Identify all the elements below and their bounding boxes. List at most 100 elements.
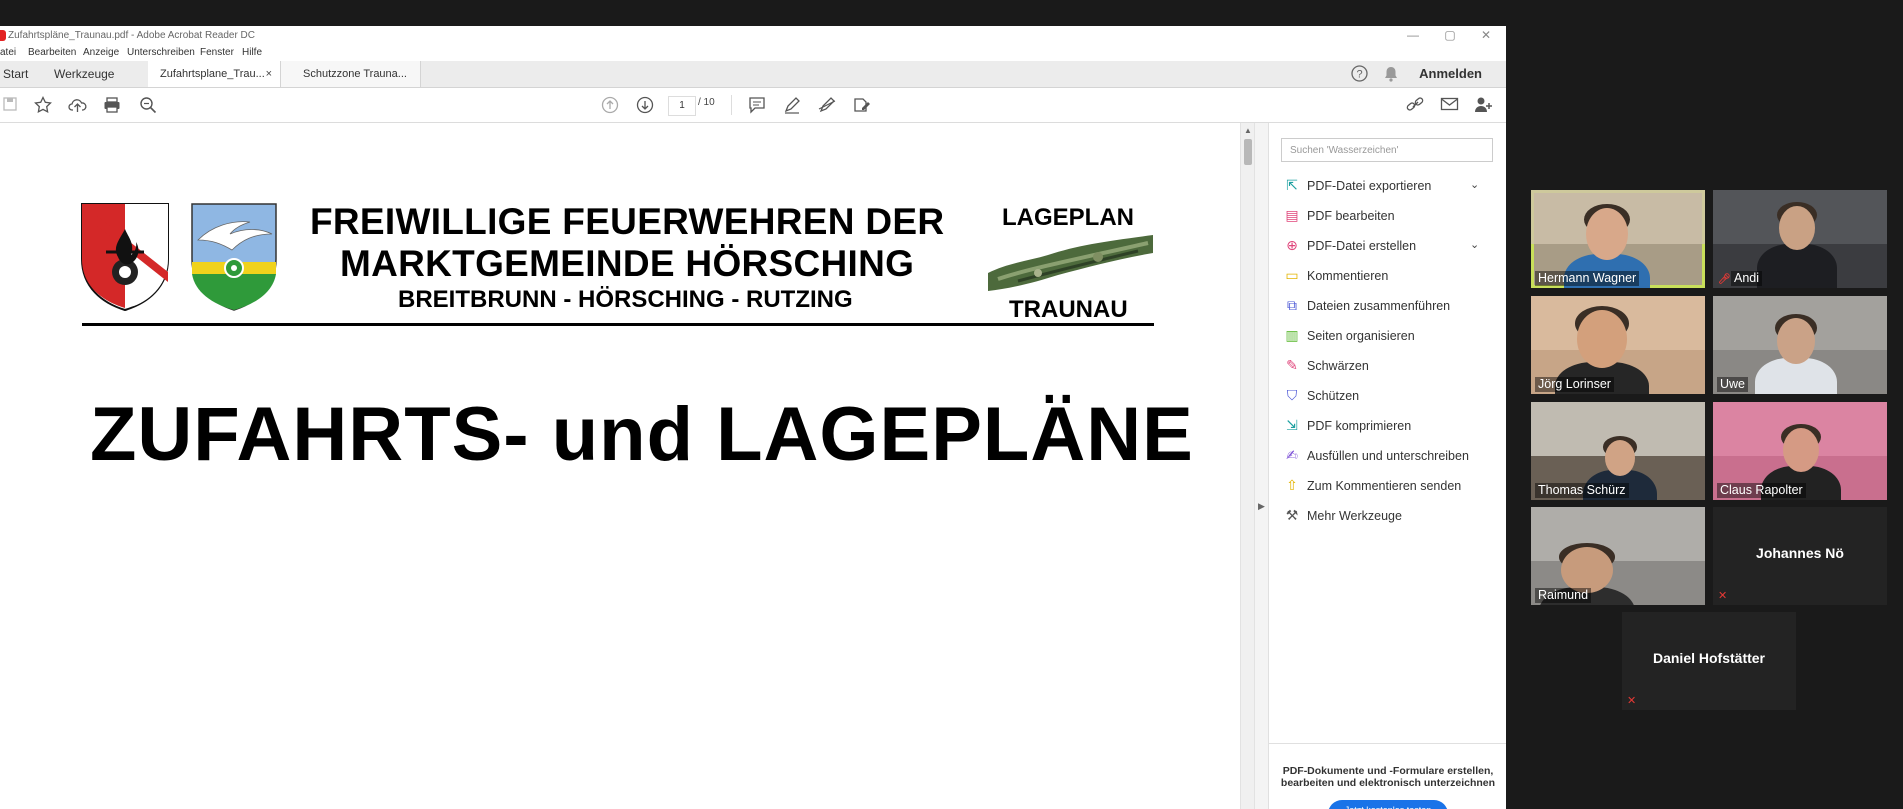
comment-icon[interactable] [748,96,766,118]
tab-bar: Start Werkzeuge Zufahrtsplane_Trau... × … [0,61,1506,88]
previous-page-icon[interactable] [601,96,619,118]
next-page-icon[interactable] [636,96,654,118]
menu-anzeige[interactable]: Anzeige [83,47,119,58]
lageplan-label: LAGEPLAN [1002,204,1134,231]
participant-tile[interactable]: Hermann Wagner [1531,190,1705,288]
highlight-pen-icon[interactable] [783,96,801,118]
print-icon[interactable] [103,96,121,118]
promo-panel: PDF-Dokumente und -Formulare erstellen, … [1269,743,1506,809]
pane-collapse-handle[interactable]: ▶ [1254,123,1269,809]
scrollbar-thumb[interactable] [1244,139,1252,165]
participant-tile[interactable]: Uwe [1713,296,1887,394]
menu-bar: atei Bearbeiten Anzeige Unterschreiben F… [0,45,1506,61]
tool-item-redact[interactable]: ✎ Schwärzen [1283,355,1369,375]
chevron-down-icon[interactable]: ⌄ [1470,235,1479,255]
aerial-map-image [988,235,1153,291]
document-heading-line2: MARKTGEMEINDE HÖRSCHING [340,243,915,284]
window-title: Zufahrtspläne_Traunau.pdf - Adobe Acroba… [8,30,256,41]
participant-face [1605,440,1635,476]
acrobat-window: Zufahrtspläne_Traunau.pdf - Adobe Acroba… [0,26,1506,809]
participant-tile[interactable]: Claus Rapolter [1713,402,1887,500]
add-user-icon[interactable] [1474,96,1494,118]
cloud-upload-icon[interactable] [68,96,87,118]
participant-name: Raimund [1535,588,1592,603]
participant-face [1561,547,1613,593]
sign-in-button[interactable]: Anmelden [1419,61,1482,87]
tool-item-label: PDF bearbeiten [1307,209,1395,223]
notifications-bell-icon[interactable] [1383,65,1399,87]
draw-sign-icon[interactable] [818,96,837,118]
tool-item-send-comment[interactable]: ⇧ Zum Kommentieren senden [1283,475,1461,495]
muted-mic-icon: ✕ [1718,590,1728,602]
tool-item-label: Schützen [1307,389,1360,403]
document-heading-line3: BREITBRUNN - HÖRSCHING - RUTZING [398,286,853,313]
tool-item-combine-files[interactable]: ⧉ Dateien zusammenführen [1283,295,1450,315]
participant-face [1777,318,1815,364]
bookmark-star-icon[interactable] [34,95,52,118]
more-tools-icon: ⚒ [1285,507,1299,523]
tab-start[interactable]: Start [3,61,28,87]
tools-search-input[interactable]: Suchen 'Wasserzeichen' [1281,138,1493,162]
tool-item-label: Ausfüllen und unterschreiben [1307,449,1469,463]
participant-face [1586,208,1628,260]
participant-tile[interactable]: Jörg Lorinser [1531,296,1705,394]
chevron-right-icon: ▶ [1258,501,1265,511]
save-icon[interactable] [2,96,18,116]
menu-datei[interactable]: atei [0,47,16,58]
close-window-button[interactable]: ✕ [1476,28,1496,42]
menu-unterschreiben[interactable]: Unterschreiben [127,47,195,58]
svg-text:?: ? [1356,69,1362,81]
participant-face [1577,310,1627,368]
tool-item-protect[interactable]: ⛉ Schützen [1283,385,1359,405]
menu-fenster[interactable]: Fenster [200,47,234,58]
tool-item-fill-sign[interactable]: ✍ Ausfüllen und unterschreiben [1283,445,1469,465]
menu-hilfe[interactable]: Hilfe [242,47,262,58]
tool-item-more-tools[interactable]: ⚒ Mehr Werkzeuge [1283,505,1402,525]
participant-tile[interactable]: Johannes Nö ✕ [1713,507,1887,605]
compress-pdf-icon: ⇲ [1286,417,1298,433]
toolbar-divider [731,95,732,115]
participant-tile[interactable]: Thomas Schürz [1531,402,1705,500]
traunau-label: TRAUNAU [1009,296,1128,323]
fill-sign-toolbar-icon[interactable] [852,96,872,118]
participant-face [1783,428,1819,472]
tool-item-compress-pdf[interactable]: ⇲ PDF komprimieren [1283,415,1411,435]
tool-item-organize-pages[interactable]: ▥ Seiten organisieren [1283,325,1415,345]
minimize-button[interactable]: — [1403,28,1423,42]
close-tab-icon[interactable]: × [266,61,272,87]
fire-brigade-crest-icon [81,203,169,312]
participant-name: Johannes Nö [1756,545,1844,561]
chevron-down-icon[interactable]: ⌄ [1470,175,1479,195]
tool-item-comment[interactable]: ▭ Kommentieren [1283,265,1388,285]
tab-document-2[interactable]: Schutzzone Trauna... [281,61,421,87]
participant-face [1779,206,1815,250]
page-number-input[interactable]: 1 [668,96,696,116]
tab-werkzeuge[interactable]: Werkzeuge [54,61,114,87]
help-icon[interactable]: ? [1351,65,1368,87]
tab-document-1[interactable]: Zufahrtsplane_Trau... × [148,61,281,87]
tool-item-export-pdf[interactable]: ⇱ PDF-Datei exportieren ⌄ [1283,175,1479,195]
document-scrollbar[interactable]: ▲ [1240,123,1255,809]
participant-name: Jörg Lorinser [1535,377,1614,392]
free-trial-button[interactable]: Jetzt kostenlos testen [1328,800,1448,809]
tool-item-label: Zum Kommentieren senden [1307,479,1462,493]
participant-name: Daniel Hofstätter [1652,650,1766,666]
maximize-button[interactable]: ▢ [1440,28,1460,42]
participant-tile[interactable]: Raimund [1531,507,1705,605]
tab-document-1-label: Zufahrtsplane_Trau... [160,68,265,80]
participant-tile[interactable]: 🎤︎ Andi [1713,190,1887,288]
participant-name: Hermann Wagner [1535,271,1640,286]
zoom-search-icon[interactable] [139,96,157,118]
share-link-icon[interactable] [1406,96,1426,118]
email-icon[interactable] [1440,96,1459,116]
menu-bearbeiten[interactable]: Bearbeiten [28,47,76,58]
tool-item-create-pdf[interactable]: ⊕ PDF-Datei erstellen ⌄ [1283,235,1479,255]
document-view[interactable]: FREIWILLIGE FEUERWEHREN DER MARKTGEMEIND… [0,123,1240,809]
scroll-up-icon[interactable]: ▲ [1244,126,1252,135]
tools-pane: Suchen 'Wasserzeichen' ⇱ PDF-Datei export… [1268,123,1506,809]
participant-name: Uwe [1717,377,1749,392]
tool-item-label: Schwärzen [1307,359,1369,373]
tool-item-label: Seiten organisieren [1307,329,1415,343]
tool-item-edit-pdf[interactable]: ▤ PDF bearbeiten [1283,205,1395,225]
participant-tile[interactable]: Daniel Hofstätter ✕ [1622,612,1796,710]
